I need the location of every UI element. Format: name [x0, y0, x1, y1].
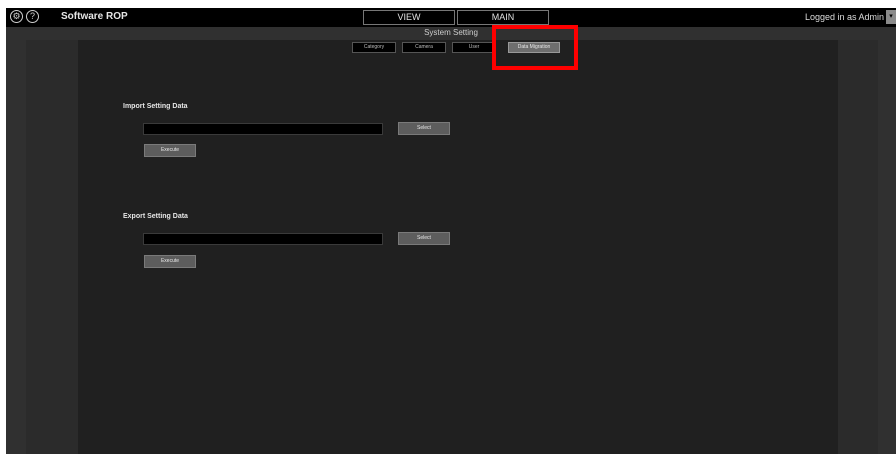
highlight-box — [492, 25, 578, 70]
export-path-field[interactable] — [143, 233, 383, 245]
export-section-title: Export Setting Data — [123, 213, 188, 220]
left-panel — [26, 40, 78, 454]
user-menu-dropdown-icon[interactable]: ▾ — [886, 10, 896, 24]
tab-main[interactable]: MAIN — [457, 10, 549, 25]
login-status: Logged in as Admin — [804, 12, 884, 22]
app-title: Software ROP — [61, 11, 128, 22]
export-execute-button[interactable]: Execute — [144, 255, 196, 268]
export-select-button[interactable]: Select — [398, 232, 450, 245]
tab-camera[interactable]: Camera — [402, 42, 446, 53]
import-execute-button[interactable]: Execute — [144, 144, 196, 157]
content-area: Import Setting Data Select Execute Expor… — [78, 40, 838, 454]
tab-user[interactable]: User — [452, 42, 496, 53]
system-setting-title: System Setting — [424, 28, 478, 37]
app-window: ⚙ ? Software ROP VIEW MAIN Logged in as … — [6, 8, 896, 454]
gear-icon[interactable]: ⚙ — [10, 10, 23, 23]
tab-view[interactable]: VIEW — [363, 10, 455, 25]
tab-category[interactable]: Category — [352, 42, 396, 53]
right-panel — [838, 40, 878, 454]
import-select-button[interactable]: Select — [398, 122, 450, 135]
help-icon[interactable]: ? — [26, 10, 39, 23]
import-section-title: Import Setting Data — [123, 103, 188, 110]
top-bar: ⚙ ? Software ROP VIEW MAIN Logged in as … — [6, 8, 896, 27]
import-path-field[interactable] — [143, 123, 383, 135]
